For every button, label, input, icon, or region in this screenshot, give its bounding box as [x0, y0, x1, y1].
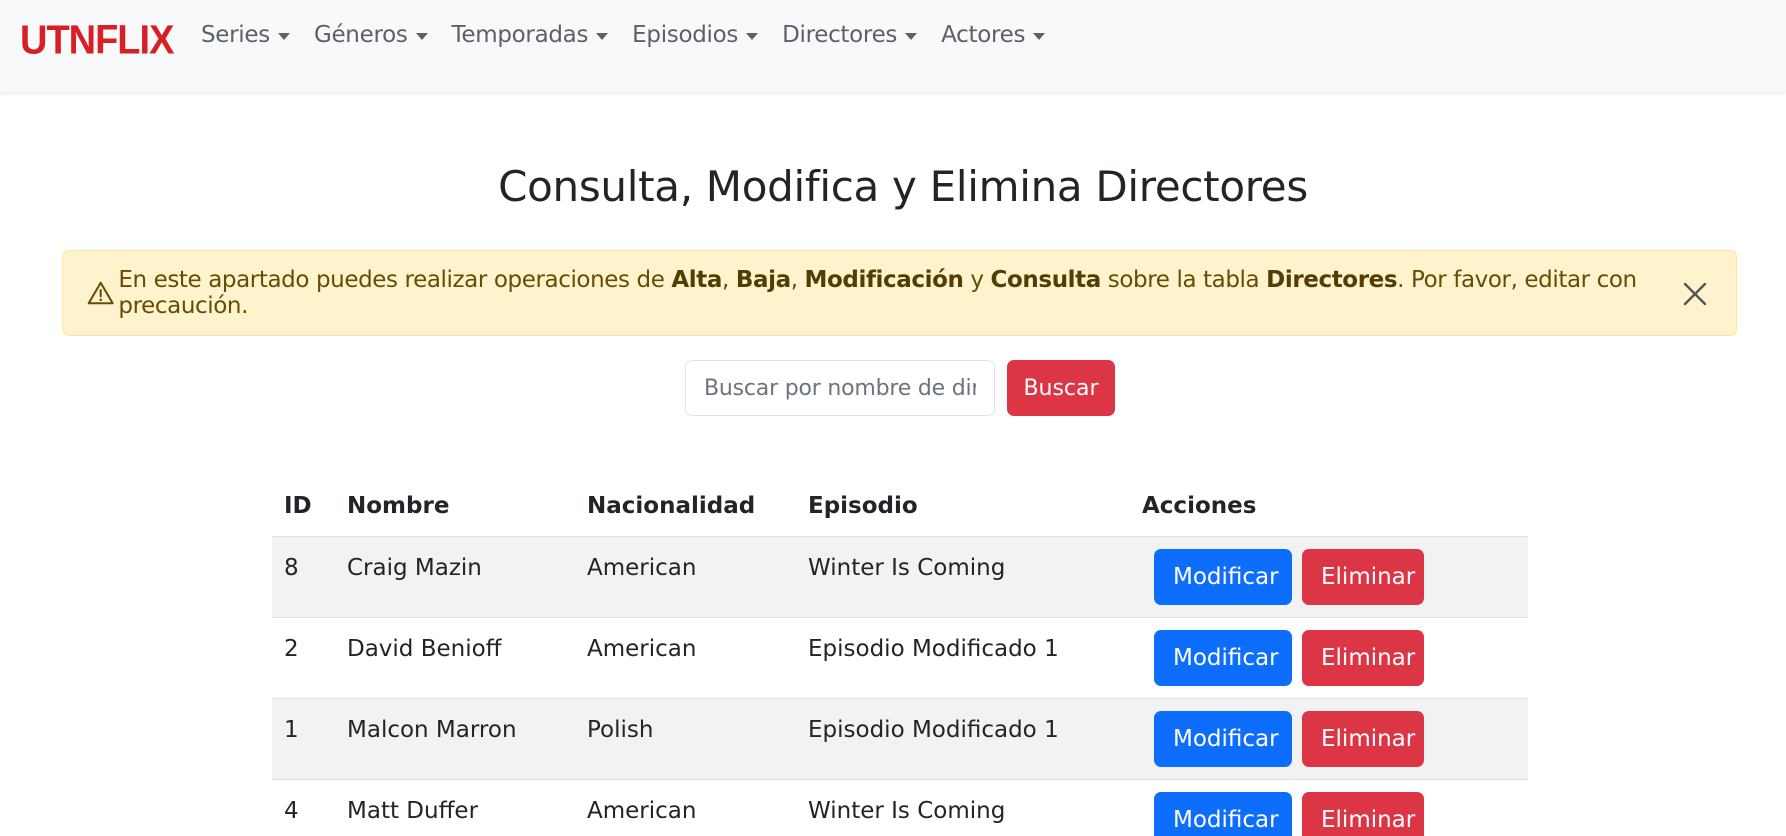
delete-button[interactable]: Eliminar	[1302, 710, 1424, 767]
navbar: UTNFLIX Series Géneros Temporadas Episod…	[0, 0, 1786, 92]
alert-bold-baja: Baja	[735, 267, 791, 293]
nav-item-label: Episodios	[632, 22, 739, 48]
nav-item-label: Géneros	[313, 22, 408, 48]
warning-triangle-icon	[87, 281, 114, 305]
delete-button[interactable]: Eliminar	[1302, 629, 1424, 686]
modify-button[interactable]: Modificar	[1154, 710, 1292, 767]
nav-menu: Series Géneros Temporadas Episodios Dire…	[201, 22, 1046, 48]
cell-nacionalidad: Polish	[575, 698, 796, 780]
cell-acciones: Modificar Eliminar	[1130, 698, 1528, 780]
cell-id: 1	[272, 698, 335, 780]
nav-item-label: Series	[201, 22, 270, 48]
nav-item-series[interactable]: Series	[201, 22, 290, 48]
cell-nombre: Matt Duffer	[335, 779, 575, 836]
caret-down-icon	[415, 32, 428, 40]
cell-episodio: Episodio Modificado 1	[796, 698, 1130, 780]
caret-down-icon	[596, 32, 609, 40]
table-row: 1 Malcon Marron Polish Episodio Modifica…	[272, 698, 1528, 780]
table-row: 8 Craig Mazin American Winter Is Coming …	[272, 536, 1528, 618]
cell-nacionalidad: American	[575, 617, 796, 699]
cell-episodio: Winter Is Coming	[796, 779, 1130, 836]
alert-sep: ,	[722, 267, 736, 293]
caret-down-icon	[277, 32, 290, 40]
alert-bold-modificacion: Modificación	[804, 267, 964, 293]
alert-bold-alta: Alta	[671, 267, 722, 293]
nav-item-label: Temporadas	[451, 22, 589, 48]
nav-item-actores[interactable]: Actores	[941, 22, 1046, 48]
cell-episodio: Episodio Modificado 1	[796, 617, 1130, 699]
delete-button[interactable]: Eliminar	[1302, 548, 1424, 605]
nav-item-label: Actores	[941, 22, 1026, 48]
caret-down-icon	[1033, 32, 1046, 40]
modify-button[interactable]: Modificar	[1154, 629, 1292, 686]
cell-id: 4	[272, 779, 335, 836]
brand-logo[interactable]: UTNFLIX	[20, 18, 174, 64]
cell-episodio: Winter Is Coming	[796, 536, 1130, 618]
alert-message: En este apartado puedes realizar operaci…	[118, 267, 1736, 319]
nav-item-generos[interactable]: Géneros	[314, 22, 428, 48]
search-input[interactable]	[685, 360, 995, 416]
header-acciones: Acciones	[1130, 476, 1528, 537]
alert-bold-consulta: Consulta	[990, 267, 1102, 293]
cell-id: 2	[272, 617, 335, 699]
cell-nombre: David Benioff	[335, 617, 575, 699]
alert-sep: y	[963, 267, 991, 293]
table-header-row: ID Nombre Nacionalidad Episodio Acciones	[272, 476, 1528, 537]
cell-nombre: Malcon Marron	[335, 698, 575, 780]
header-nombre: Nombre	[335, 476, 575, 537]
header-id: ID	[272, 476, 335, 537]
table-row: 2 David Benioff American Episodio Modifi…	[272, 617, 1528, 699]
cell-acciones: Modificar Eliminar	[1130, 779, 1528, 836]
warning-alert: En este apartado puedes realizar operaci…	[62, 250, 1737, 336]
nav-item-label: Directores	[782, 22, 898, 48]
header-episodio: Episodio	[796, 476, 1130, 537]
header-nacionalidad: Nacionalidad	[575, 476, 796, 537]
cell-acciones: Modificar Eliminar	[1130, 617, 1528, 699]
close-icon[interactable]	[1678, 277, 1712, 311]
alert-sep: ,	[790, 267, 805, 293]
alert-text: En este apartado puedes realizar operaci…	[118, 267, 672, 293]
delete-button[interactable]: Eliminar	[1302, 791, 1424, 836]
modify-button[interactable]: Modificar	[1154, 548, 1292, 605]
directors-table-wrapper: ID Nombre Nacionalidad Episodio Acciones…	[272, 476, 1528, 836]
cell-nombre: Craig Mazin	[335, 536, 575, 618]
nav-item-temporadas[interactable]: Temporadas	[452, 22, 609, 48]
caret-down-icon	[746, 32, 759, 40]
page-title: Consulta, Modifica y Elimina Directores	[498, 162, 1308, 211]
caret-down-icon	[905, 32, 918, 40]
cell-nacionalidad: American	[575, 536, 796, 618]
table-row: 4 Matt Duffer American Winter Is Coming …	[272, 779, 1528, 836]
directors-table: ID Nombre Nacionalidad Episodio Acciones…	[272, 476, 1528, 836]
cell-nacionalidad: American	[575, 779, 796, 836]
nav-item-episodios[interactable]: Episodios	[632, 22, 759, 48]
alert-bold-directores: Directores	[1266, 267, 1398, 293]
cell-id: 8	[272, 536, 335, 618]
modify-button[interactable]: Modificar	[1154, 791, 1292, 836]
nav-item-directores[interactable]: Directores	[782, 22, 918, 48]
alert-text: sobre la tabla	[1100, 267, 1267, 293]
cell-acciones: Modificar Eliminar	[1130, 536, 1528, 618]
search-button[interactable]: Buscar	[1007, 360, 1115, 416]
